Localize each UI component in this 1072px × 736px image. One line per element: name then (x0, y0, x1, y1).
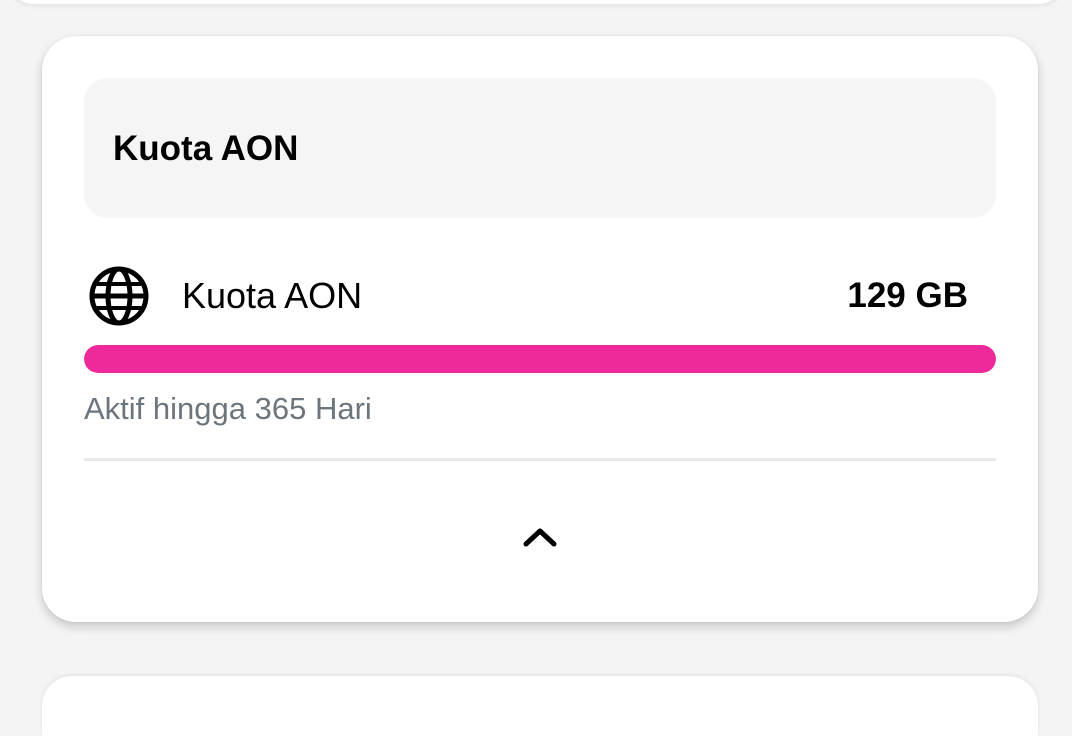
previous-card-edge (6, 0, 1066, 4)
quota-progress-fill (84, 345, 996, 373)
quota-card-header: Kuota AON (84, 78, 996, 218)
quota-card: Kuota AON Kuota AON 129 GB Aktif hingga … (42, 36, 1038, 622)
quota-progress-bar (84, 345, 996, 373)
quota-amount: 129 GB (847, 276, 968, 315)
globe-icon (89, 266, 149, 326)
quota-card-title: Kuota AON (113, 129, 299, 168)
chevron-up-icon (523, 528, 557, 547)
quota-validity: Aktif hingga 365 Hari (84, 391, 372, 426)
quota-row: Kuota AON 129 GB (84, 266, 996, 326)
next-card-edge (42, 676, 1038, 736)
quota-label: Kuota AON (182, 275, 363, 316)
collapse-button[interactable] (510, 512, 570, 560)
divider (84, 458, 996, 461)
